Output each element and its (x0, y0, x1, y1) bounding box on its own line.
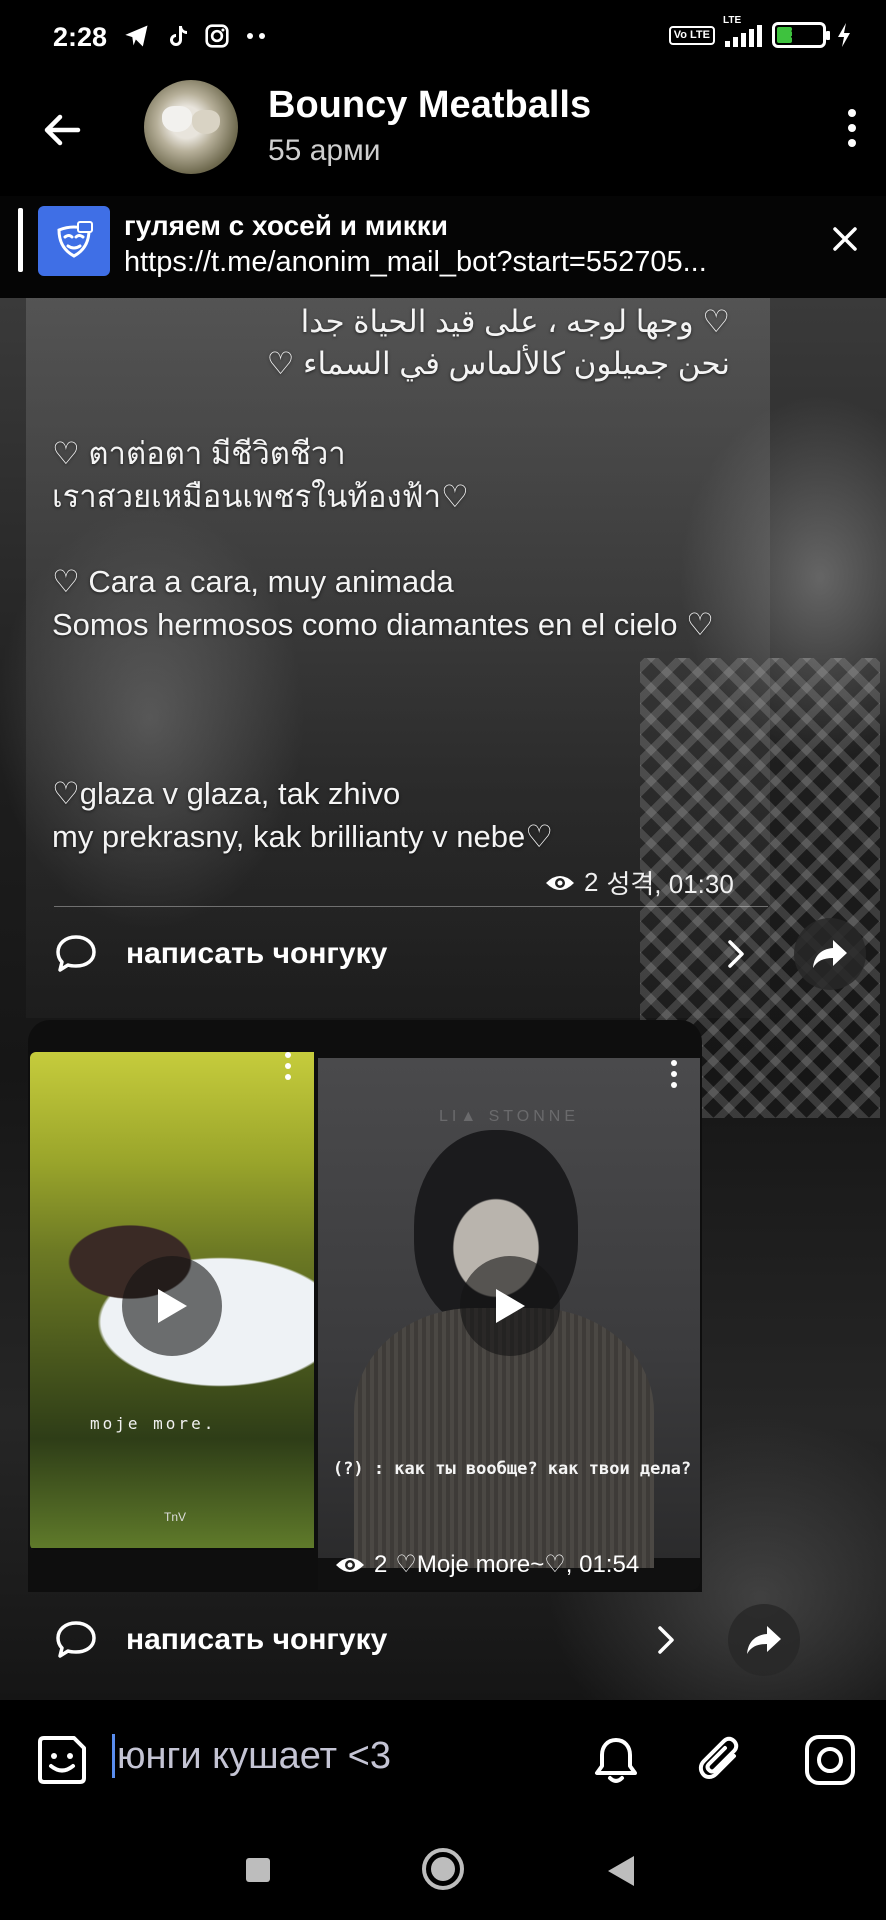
status-bar: 2:28 Vo LTE LTE 35 (0, 0, 886, 78)
video-thumbnail-1[interactable]: moje more. TnV (30, 1052, 314, 1550)
status-system-icons: Vo LTE LTE 35 (668, 15, 852, 48)
volte-icon: Vo LTE (668, 25, 715, 45)
camera-icon[interactable] (802, 1732, 858, 1788)
comment-bubble-icon (56, 935, 96, 972)
attach-paperclip-icon[interactable] (694, 1732, 750, 1788)
pinned-indicator (18, 208, 23, 272)
comments-button[interactable]: написать чонгуку (54, 924, 754, 984)
play-icon (158, 1289, 187, 1323)
system-navigation-bar (0, 1818, 886, 1920)
comments-label: написать чонгуку (126, 937, 388, 970)
message-meta: 2 성격, 01:30 (544, 864, 734, 901)
charging-bolt-icon (838, 23, 850, 47)
comment-bubble-icon (56, 1621, 96, 1658)
message-input-bar: юнги кушает <3 (0, 1700, 886, 1818)
message-text-arabic-1: ♡ وجها لوجه ، على قيد الحياة جدا (300, 304, 730, 339)
home-button[interactable] (422, 1848, 464, 1890)
battery-percent: 35 (790, 26, 808, 43)
comments-button[interactable]: написать чонгуку (54, 1610, 684, 1670)
comments-label: написать чонгуку (126, 1623, 388, 1656)
sticker-smile-icon[interactable] (34, 1732, 90, 1788)
bell-icon[interactable] (588, 1732, 644, 1788)
lte-label: LTE (723, 15, 742, 26)
share-button[interactable] (728, 1604, 800, 1676)
back-arrow-icon[interactable] (38, 106, 86, 154)
mask-icon (57, 221, 93, 258)
message-text-thai-2: เราสวยเหมือนเพชรในท้องฟ้า♡ (52, 479, 469, 514)
video2-brand-watermark: LI▲ STONNE (438, 1108, 579, 1125)
video-message-meta: 2 ♡Moje more~♡, 01:54 (334, 1550, 639, 1579)
message-text-arabic-2: نحن جميلون كالألماس في السماء ♡ (266, 346, 730, 381)
status-notification-icons (122, 22, 270, 50)
chat-member-count[interactable]: 55 арми (268, 134, 380, 168)
video1-caption: moje more. (90, 1414, 217, 1433)
system-back-button[interactable] (608, 1856, 634, 1886)
share-arrow-icon (747, 1626, 781, 1654)
play-button[interactable] (122, 1256, 222, 1356)
pinned-link[interactable]: https://t.me/anonim_mail_bot?start=55270… (124, 246, 784, 279)
pinned-message-bar[interactable]: гуляем с хосей и микки https://t.me/anon… (0, 196, 886, 298)
video2-options-button[interactable] (668, 1060, 680, 1088)
views-eye-icon (546, 875, 574, 890)
message-text-spanish-2: Somos hermosos como diamantes en el ciel… (52, 607, 714, 642)
instagram-icon (205, 24, 229, 48)
battery-icon: 35 (772, 22, 830, 48)
close-icon[interactable] (826, 220, 864, 258)
more-dots-icon (247, 33, 265, 39)
signal-bars (725, 23, 762, 47)
text-cursor (112, 1734, 115, 1778)
status-time: 2:28 (53, 22, 108, 52)
message-input-text: юнги кушает <3 (117, 1734, 391, 1777)
message-text-translit-1: ♡glaza v glaza, tak zhivo (52, 776, 401, 811)
chevron-right-icon (728, 940, 744, 968)
tiktok-icon (170, 26, 187, 46)
chat-avatar[interactable] (144, 80, 238, 174)
telegram-icon (125, 25, 148, 47)
message-signature-time: ♡Moje more~♡, 01:54 (395, 1551, 640, 1578)
pinned-title: гуляем с хосей и микки (124, 210, 448, 241)
play-icon (496, 1289, 525, 1323)
share-arrow-icon (813, 940, 847, 968)
message-text-spanish-1: ♡ Cara a cara, muy animada (52, 564, 454, 599)
recent-apps-button[interactable] (246, 1858, 270, 1882)
message-text-thai-1: ♡ ตาต่อตา มีชีวิตชีวา (52, 436, 346, 471)
message-signature-time: 성격, 01:30 (606, 869, 734, 899)
message-divider (54, 906, 768, 907)
more-options-button[interactable] (836, 98, 868, 158)
views-count: 2 (374, 1550, 388, 1578)
anonymous-bot-icon (38, 206, 110, 276)
chat-header: Bouncy Meatballs 55 арми (0, 78, 886, 196)
video2-caption: (?) : как ты вообще? как твои дела? (332, 1459, 692, 1479)
video-thumbnail-2[interactable]: LI▲ STONNE (?) : как ты вообще? как твои… (318, 1058, 700, 1590)
video1-watermark: TnV (164, 1510, 187, 1524)
video1-options-button[interactable] (282, 1052, 294, 1080)
chat-title[interactable]: Bouncy Meatballs (268, 84, 591, 127)
signal-icon: LTE (723, 15, 762, 47)
views-count: 2 (584, 867, 599, 897)
message-input[interactable]: юнги кушает <3 (112, 1734, 391, 1778)
share-button[interactable] (794, 918, 866, 990)
chevron-right-icon (658, 1626, 674, 1654)
play-button[interactable] (460, 1256, 560, 1356)
message-text-translit-2: my prekrasny, kak brillianty v nebe♡ (52, 819, 554, 854)
views-eye-icon (336, 1557, 364, 1572)
